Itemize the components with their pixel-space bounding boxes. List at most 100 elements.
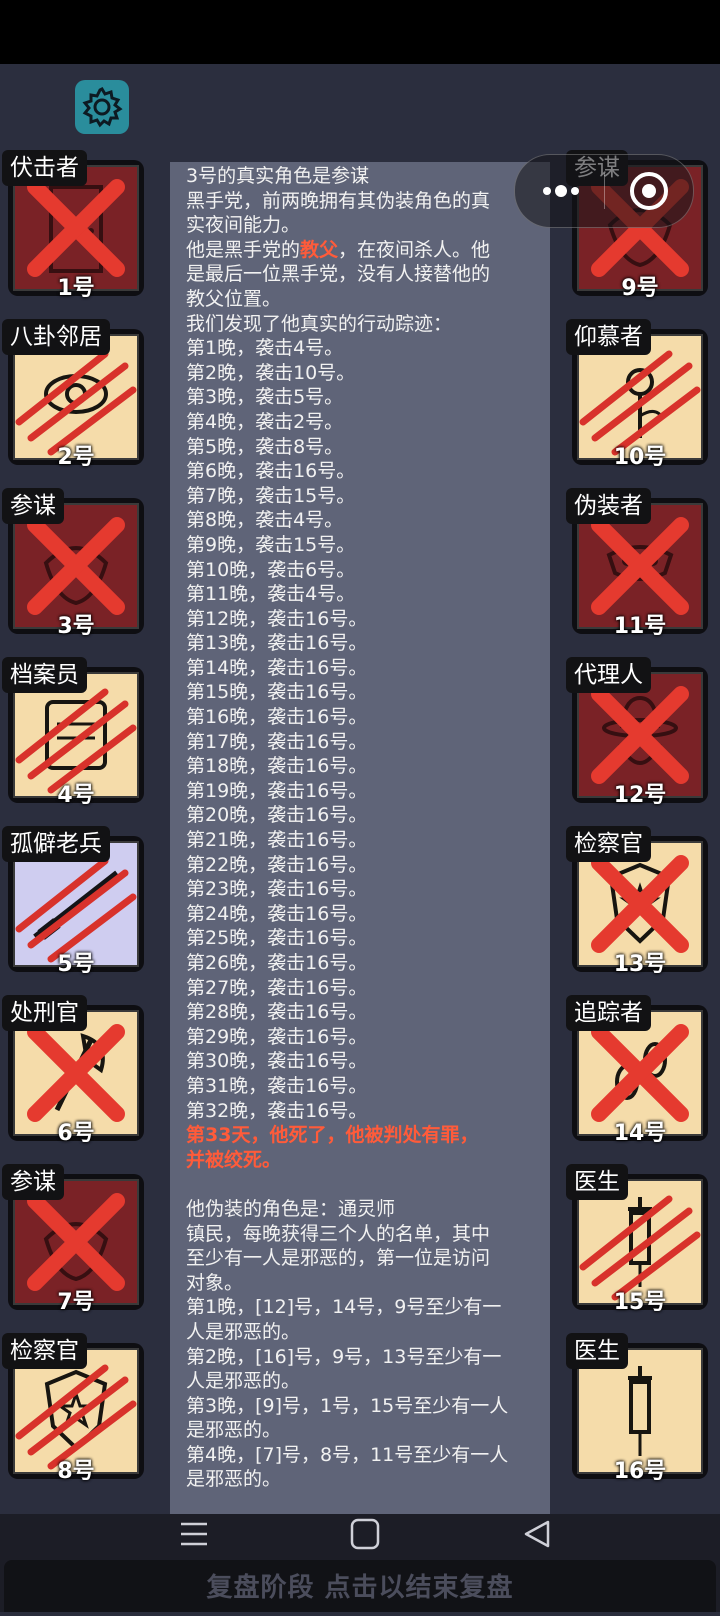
claw-slash-icon <box>15 688 137 794</box>
role-name: 孤僻老兵 <box>2 826 110 862</box>
player-card[interactable]: 代理人 12号 <box>566 657 708 808</box>
attack-entry: 第3晚，袭击5号。 <box>186 386 344 409</box>
attack-entry: 第11晚，袭击4号。 <box>186 583 356 606</box>
attack-entry: 第7晚，袭击15号。 <box>186 484 356 507</box>
player-card[interactable]: 检察官 13号 <box>566 826 708 977</box>
player-card[interactable]: 仰慕者 10号 <box>566 319 708 470</box>
attack-list: 第1晚，袭击4号。 第2晚，袭击10号。 第3晚，袭击5号。 第4晚，袭击2号。 第5晚… <box>170 336 550 1123</box>
gear-icon <box>82 87 123 128</box>
eliminated-x-icon <box>27 1024 125 1122</box>
attack-entry: 第16晚，袭击16号。 <box>186 706 368 729</box>
attack-entry: 第4晚，袭击2号。 <box>186 410 344 433</box>
attack-entry: 第12晚，袭击16号。 <box>186 607 368 630</box>
player-number: 1号 <box>57 276 95 301</box>
player-number: 11号 <box>613 614 667 639</box>
player-card[interactable]: 参谋 3号 <box>2 488 144 639</box>
eliminated-x-icon <box>591 1024 689 1122</box>
status-bar <box>0 0 720 64</box>
role-name: 检察官 <box>566 826 651 862</box>
attack-entry: 第1晚，袭击4号。 <box>186 337 344 360</box>
capsule-divider <box>604 173 605 209</box>
claw-slash-icon <box>15 857 137 963</box>
player-card[interactable]: 医生 15号 <box>566 1164 708 1315</box>
role-name: 医生 <box>566 1333 628 1369</box>
player-card[interactable]: 八卦邻居 2号 <box>2 319 144 470</box>
player-card[interactable]: 参谋 7号 <box>2 1164 144 1315</box>
attack-entry: 第8晚，袭击4号。 <box>186 509 344 532</box>
attack-entry: 第9晚，袭击15号。 <box>186 533 356 556</box>
player-card[interactable]: 处刑官 6号 <box>2 995 144 1146</box>
player-card[interactable]: 追踪者 14号 <box>566 995 708 1146</box>
log-line: 至少有一人是邪恶的，第一位是访问 <box>186 1247 491 1270</box>
attack-entry: 第31晚，袭击16号。 <box>186 1074 368 1097</box>
eliminated-x-icon <box>591 855 689 953</box>
attack-entry: 第27晚，袭击16号。 <box>186 976 368 999</box>
player-card[interactable]: 医生 16号 <box>566 1333 708 1484</box>
attack-entry: 第28晚，袭击16号。 <box>186 1001 368 1024</box>
attack-entry: 第29晚，袭击16号。 <box>186 1025 368 1048</box>
death-line: 第33天，他死了，他被判处有罪， <box>186 1124 479 1147</box>
player-number: 14号 <box>613 1121 667 1146</box>
log-line: 他伪装的角色是：通灵师 <box>186 1197 396 1220</box>
settings-button[interactable] <box>75 80 129 134</box>
attack-entry: 第15晚，袭击16号。 <box>186 681 368 704</box>
end-review-button[interactable]: 复盘阶段 点击以结束复盘 <box>4 1560 716 1612</box>
attack-entry: 第6晚，袭击16号。 <box>186 460 356 483</box>
menu-icon[interactable] <box>178 1518 210 1550</box>
log-line: 实夜间能力。 <box>186 214 301 237</box>
role-name: 八卦邻居 <box>2 319 110 355</box>
player-number: 8号 <box>57 1459 95 1484</box>
log-text: ，在夜间杀人。他 <box>338 238 491 261</box>
player-card[interactable]: 档案员 4号 <box>2 657 144 808</box>
role-name: 参谋 <box>2 1164 64 1200</box>
review-log-panel[interactable]: 3号的真实角色是参谋 黑手党，前两晚拥有其伪装角色的真 实夜间能力。 他是黑手党… <box>170 162 550 1518</box>
attack-entry: 第2晚，袭击10号。 <box>186 361 356 384</box>
player-number: 9号 <box>621 276 659 301</box>
log-line: 第2晚，[16]号，9号，13号至少有一 <box>186 1345 502 1368</box>
player-number: 4号 <box>57 783 95 808</box>
role-name: 伏击者 <box>2 150 87 186</box>
player-card[interactable]: 检察官 8号 <box>2 1333 144 1484</box>
log-line: 我们发现了他真实的行动踪迹： <box>186 312 453 335</box>
player-number: 3号 <box>57 614 95 639</box>
attack-entry: 第14晚，袭击16号。 <box>186 656 368 679</box>
player-number: 13号 <box>613 952 667 977</box>
close-mini-program-icon[interactable] <box>627 169 671 213</box>
log-line: 是邪恶的。 <box>186 1419 282 1442</box>
attack-entry: 第23晚，袭击16号。 <box>186 878 368 901</box>
log-line: 人是邪恶的。 <box>186 1370 301 1393</box>
death-line: 并被绞死。 <box>186 1148 282 1171</box>
log-line: 黑手党，前两晚拥有其伪装角色的真 <box>186 189 491 212</box>
player-card[interactable]: 孤僻老兵 5号 <box>2 826 144 977</box>
log-line: 是邪恶的。 <box>186 1468 282 1491</box>
log-line: 是最后一位黑手党，没有人接替他的 <box>186 263 491 286</box>
log-line: 他是黑手党的教父，在夜间杀人。他 <box>170 238 550 263</box>
role-name: 代理人 <box>566 657 651 693</box>
home-icon[interactable] <box>350 1518 380 1550</box>
player-card[interactable]: 伪装者 11号 <box>566 488 708 639</box>
role-name: 检察官 <box>2 1333 87 1369</box>
role-name: 医生 <box>566 1164 628 1200</box>
log-line: 3号的真实角色是参谋 <box>186 165 370 187</box>
player-card[interactable]: 伏击者 1号 <box>2 150 144 301</box>
mini-program-capsule <box>514 154 694 228</box>
player-number: 2号 <box>57 445 95 470</box>
log-line: 教父位置。 <box>186 287 282 310</box>
more-icon[interactable] <box>537 177 585 205</box>
attack-entry: 第22晚，袭击16号。 <box>186 853 368 876</box>
log-line: 第1晚，[12]号，14号，9号至少有一 <box>186 1296 502 1319</box>
attack-entry: 第18晚，袭击16号。 <box>186 755 368 778</box>
player-number: 7号 <box>57 1290 95 1315</box>
player-number: 5号 <box>57 952 95 977</box>
role-name: 处刑官 <box>2 995 87 1031</box>
attack-entry: 第10晚，袭击6号。 <box>186 558 356 581</box>
attack-entry: 第25晚，袭击16号。 <box>186 927 368 950</box>
role-name: 仰慕者 <box>566 319 651 355</box>
attack-entry: 第32晚，袭击16号。 <box>186 1099 368 1122</box>
claw-slash-icon <box>15 350 137 456</box>
back-icon[interactable] <box>522 1518 552 1550</box>
role-name: 档案员 <box>2 657 87 693</box>
attack-entry: 第5晚，袭击8号。 <box>186 435 344 458</box>
attack-entry: 第30晚，袭击16号。 <box>186 1050 368 1073</box>
